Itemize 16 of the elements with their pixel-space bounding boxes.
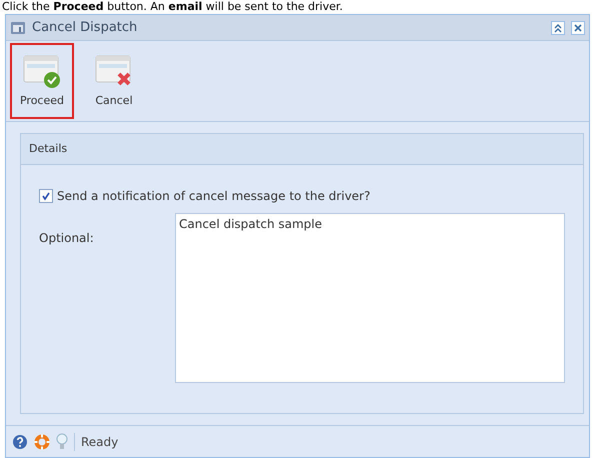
toolbar-button[interactable]: Proceed	[10, 43, 74, 119]
checkbox-label: Send a notification of cancel message to the driver?	[57, 188, 370, 205]
close-icon[interactable]	[571, 20, 585, 34]
collapse-icon[interactable]	[551, 20, 565, 34]
text-area[interactable]: Cancel dispatch sample	[175, 213, 565, 383]
field-label: Optional:	[39, 230, 95, 247]
window-title: Cancel Dispatch	[32, 18, 138, 37]
window-icon	[10, 20, 26, 36]
window-check-icon	[22, 52, 62, 89]
checkbox[interactable]	[39, 189, 53, 203]
instruction-text: Click the Proceed button. An email will be sent to the driver.	[2, 0, 344, 13]
toolbar-button[interactable]: Cancel	[82, 43, 146, 119]
lifebuoy-icon[interactable]	[34, 434, 50, 450]
panel-title: Details	[29, 140, 68, 157]
help-icon[interactable]	[12, 434, 28, 450]
status-text: Ready	[81, 434, 118, 450]
